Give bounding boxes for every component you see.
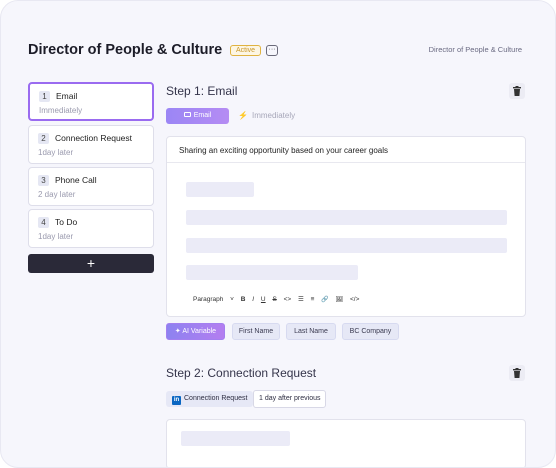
placeholder-line	[186, 182, 254, 197]
bolt-icon: ⚡	[238, 111, 248, 120]
step1-title: Step 1: Email	[166, 84, 238, 98]
image-icon[interactable]: 🖼	[336, 297, 344, 303]
ai-variable-chip[interactable]: ✦ AI Variable	[166, 323, 225, 340]
linkedin-icon: in	[172, 396, 181, 405]
step-name: Connection Request	[55, 133, 133, 143]
connection-message-editor[interactable]	[166, 419, 526, 467]
sidebar-step-connection-request[interactable]: 2 Connection Request 1day later	[28, 125, 154, 164]
add-step-button[interactable]: +	[28, 254, 154, 273]
step-name: Email	[56, 91, 78, 101]
placeholder-line	[186, 265, 358, 280]
bold-button[interactable]: B	[241, 296, 246, 303]
delete-step1-button[interactable]	[509, 83, 525, 99]
step-number: 4	[38, 217, 49, 228]
sequence-card: Director of People & Culture Active ··· …	[0, 0, 556, 468]
step-number: 3	[38, 175, 49, 186]
placeholder-line	[186, 238, 507, 253]
subject-line[interactable]: Sharing an exciting opportunity based on…	[179, 146, 388, 155]
sidebar-step-phone-call[interactable]: 3 Phone Call 2 day later	[28, 167, 154, 206]
header-right-label: Director of People & Culture	[428, 45, 522, 54]
channel-label: Email	[193, 112, 212, 119]
sidebar-step-email[interactable]: 1 Email Immediately	[28, 82, 154, 121]
mail-icon	[183, 112, 191, 117]
first-name-chip[interactable]: First Name	[232, 323, 280, 340]
numbered-list-button[interactable]: ≡	[311, 296, 315, 303]
channel-email-pill[interactable]: Email	[166, 108, 229, 124]
subject-divider	[167, 162, 525, 163]
channel-linkedin-pill[interactable]: in Connection Request	[166, 391, 254, 407]
link-icon[interactable]: 🔗	[321, 297, 328, 303]
last-name-chip[interactable]: Last Name	[286, 323, 336, 340]
email-editor[interactable]: Sharing an exciting opportunity based on…	[166, 136, 526, 317]
underline-button[interactable]: U	[261, 296, 266, 303]
editor-toolbar: Paragraph ˅ B I U S <> ☰ ≡ 🔗 🖼 </>	[193, 295, 364, 303]
sidebar-step-to-do[interactable]: 4 To Do 1day later	[28, 209, 154, 248]
bullet-list-button[interactable]: ☰	[298, 296, 304, 303]
step-number: 1	[39, 91, 50, 102]
html-button[interactable]: </>	[350, 296, 359, 303]
company-chip[interactable]: BC Company	[342, 323, 399, 340]
italic-button[interactable]: I	[252, 296, 254, 303]
step-name: Phone Call	[55, 175, 97, 185]
step2-title: Step 2: Connection Request	[166, 366, 317, 380]
placeholder-line	[186, 210, 507, 225]
more-button[interactable]: ···	[266, 45, 278, 56]
placeholder-line	[181, 431, 290, 446]
step-number: 2	[38, 133, 49, 144]
step-timing: 1day later	[38, 232, 74, 241]
delay-select[interactable]: 1 day after previous	[253, 390, 327, 408]
trash-icon	[513, 368, 521, 378]
step-name: To Do	[55, 217, 78, 227]
page-title: Director of People & Culture	[28, 42, 223, 58]
step-timing: 1day later	[38, 148, 74, 157]
timing-label: ⚡ Immediately	[238, 111, 296, 120]
step-timing: 2 day later	[38, 190, 76, 199]
strike-button[interactable]: S	[272, 296, 276, 303]
paragraph-select[interactable]: Paragraph ˅	[193, 296, 234, 303]
code-button[interactable]: <>	[284, 296, 292, 303]
delete-step2-button[interactable]	[509, 365, 525, 381]
step-timing: Immediately	[39, 106, 83, 115]
trash-icon	[513, 86, 521, 96]
status-badge: Active	[230, 45, 262, 56]
